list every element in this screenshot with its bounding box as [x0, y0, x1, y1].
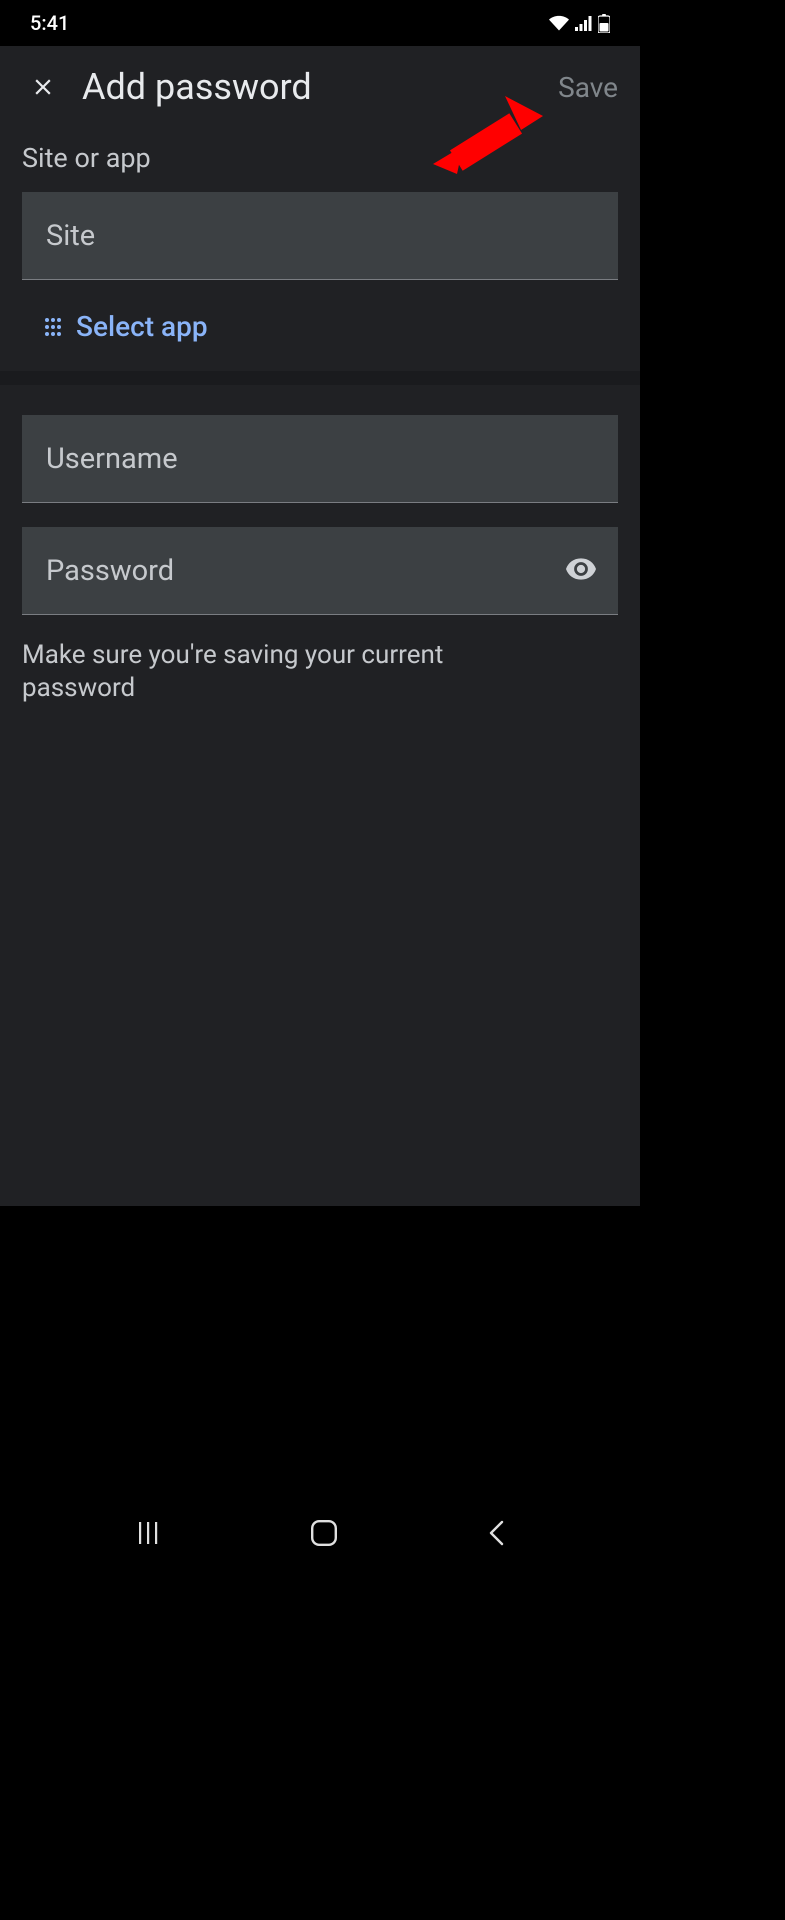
back-button[interactable] — [487, 1520, 505, 1550]
site-input[interactable]: Site — [22, 192, 618, 280]
eye-icon — [566, 558, 596, 580]
site-field-label: Site or app — [22, 142, 618, 174]
select-app-button[interactable]: Select app — [22, 280, 618, 371]
home-icon — [311, 1520, 337, 1546]
recents-icon — [135, 1522, 161, 1544]
page-title: Add password — [82, 66, 558, 108]
toggle-password-visibility-button[interactable] — [566, 558, 596, 584]
close-icon — [30, 74, 56, 100]
site-placeholder: Site — [46, 219, 95, 253]
select-app-label: Select app — [76, 310, 208, 343]
status-bar: 5:41 — [0, 0, 640, 46]
recents-button[interactable] — [135, 1522, 161, 1548]
password-placeholder: Password — [46, 554, 174, 588]
username-input[interactable]: Username — [22, 415, 618, 503]
save-button[interactable]: Save — [558, 71, 618, 104]
section-divider — [0, 371, 640, 385]
home-button[interactable] — [311, 1520, 337, 1550]
back-icon — [487, 1520, 505, 1546]
signal-icon — [575, 16, 592, 31]
app-header: Add password Save — [0, 46, 640, 128]
status-time: 5:41 — [30, 11, 69, 35]
apps-grid-icon — [44, 317, 62, 337]
android-nav-bar — [0, 1505, 640, 1565]
username-placeholder: Username — [46, 442, 178, 476]
password-helper-text: Make sure you're saving your current pas… — [22, 639, 522, 706]
password-input[interactable]: Password — [22, 527, 618, 615]
status-icons-group — [549, 14, 610, 33]
close-button[interactable] — [26, 70, 60, 104]
wifi-icon — [549, 15, 569, 31]
battery-icon — [598, 14, 610, 33]
